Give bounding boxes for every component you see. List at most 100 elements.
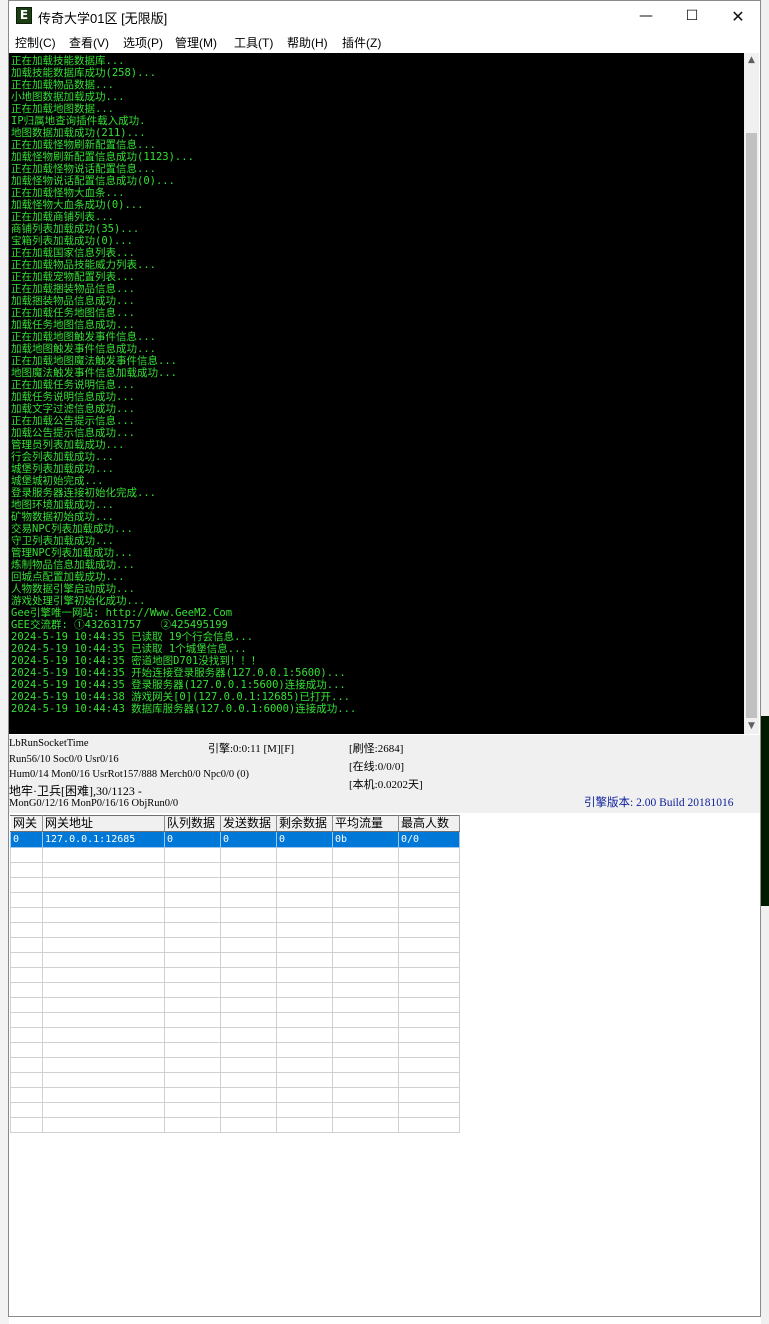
empty-table-row[interactable] — [10, 1072, 460, 1088]
cell-address: 127.0.0.1:12685 — [42, 831, 165, 848]
empty-table-row[interactable] — [10, 1012, 460, 1028]
empty-cell — [10, 982, 43, 998]
empty-table-row[interactable] — [10, 1102, 460, 1118]
log-console[interactable]: 正在加载技能数据库... 加载技能数据库成功(258)... 正在加载物品数据...… — [9, 53, 744, 734]
log-line: 2024-5-19 10:44:38 游戏网关[0](127.0.0.1:126… — [11, 691, 351, 703]
col-header-avg-traffic[interactable]: 平均流量 — [332, 815, 399, 832]
empty-cell — [398, 892, 460, 908]
minimize-button[interactable]: — — [623, 1, 669, 31]
close-icon: ✕ — [731, 6, 745, 26]
empty-cell — [398, 862, 460, 878]
empty-cell — [332, 1117, 399, 1133]
empty-table-row[interactable] — [10, 967, 460, 983]
empty-table-row[interactable] — [10, 907, 460, 923]
empty-cell — [332, 847, 399, 863]
log-line: 加载怪物说话配置信息成功(0)... — [11, 175, 175, 187]
empty-cell — [276, 847, 333, 863]
empty-cell — [164, 1117, 221, 1133]
empty-cell — [164, 1102, 221, 1118]
empty-table-row[interactable] — [10, 862, 460, 878]
empty-table-row[interactable] — [10, 1027, 460, 1043]
empty-cell — [276, 922, 333, 938]
minimize-icon: — — [639, 8, 653, 24]
empty-cell — [220, 877, 277, 893]
empty-table-row[interactable] — [10, 1057, 460, 1073]
menu-view[interactable]: 查看(V) — [69, 34, 109, 51]
menu-help[interactable]: 帮助(H) — [287, 34, 328, 51]
col-header-queue[interactable]: 队列数据 — [164, 815, 221, 832]
maximize-button[interactable]: ☐ — [669, 1, 715, 31]
col-header-remaining[interactable]: 剩余数据 — [276, 815, 333, 832]
log-line: 回城点配置加载成功... — [11, 571, 125, 583]
log-line: 游戏处理引擎初始化成功... — [11, 595, 146, 607]
scroll-up-icon[interactable]: ▲ — [744, 53, 759, 68]
col-header-sent[interactable]: 发送数据 — [220, 815, 277, 832]
log-line: 加载怪物大血条成功(0)... — [11, 199, 144, 211]
log-line: IP归属地查询插件载入成功. — [11, 115, 146, 127]
log-line: 宝箱列表加载成功(0)... — [11, 235, 133, 247]
col-header-max-users[interactable]: 最高人数 — [398, 815, 460, 832]
empty-cell — [276, 1042, 333, 1058]
mon-stats: MonG0/12/16 MonP0/16/16 ObjRun0/0 — [9, 798, 179, 809]
empty-cell — [42, 1057, 165, 1073]
scroll-down-icon[interactable]: ▼ — [744, 719, 759, 734]
menu-tools[interactable]: 工具(T) — [234, 34, 273, 51]
empty-cell — [10, 1072, 43, 1088]
empty-table-row[interactable] — [10, 1087, 460, 1103]
log-line: 正在加载公告提示信息... — [11, 415, 135, 427]
empty-cell — [332, 1042, 399, 1058]
empty-cell — [10, 952, 43, 968]
empty-cell — [42, 1012, 165, 1028]
console-scrollbar[interactable]: ▲ ▼ — [744, 53, 759, 734]
empty-table-row[interactable] — [10, 847, 460, 863]
title-bar[interactable]: E 传奇大学01区 [无限版] — ☐ ✕ — [9, 1, 760, 31]
cell-queue: 0 — [164, 831, 221, 848]
col-header-gateway[interactable]: 网关 — [10, 815, 43, 832]
empty-table-row[interactable] — [10, 922, 460, 938]
empty-table-row[interactable] — [10, 952, 460, 968]
empty-cell — [398, 982, 460, 998]
empty-cell — [10, 1057, 43, 1073]
empty-cell — [332, 982, 399, 998]
log-line: 地图环境加载成功... — [11, 499, 114, 511]
empty-cell — [398, 877, 460, 893]
empty-cell — [42, 952, 165, 968]
col-header-address[interactable]: 网关地址 — [42, 815, 165, 832]
table-row[interactable]: 0 127.0.0.1:12685 0 0 0 0b 0/0 — [10, 831, 460, 848]
empty-cell — [276, 937, 333, 953]
gateway-table[interactable]: 网关 网关地址 队列数据 发送数据 剩余数据 平均流量 最高人数 0 127.0… — [10, 815, 460, 1133]
empty-cell — [220, 907, 277, 923]
empty-cell — [10, 1102, 43, 1118]
map-info: 地牢·卫兵[困难],30/1123 - — [9, 784, 142, 798]
empty-table-row[interactable] — [10, 1117, 460, 1133]
empty-cell — [276, 892, 333, 908]
empty-cell — [398, 1102, 460, 1118]
empty-cell — [42, 877, 165, 893]
empty-cell — [164, 922, 221, 938]
empty-cell — [10, 892, 43, 908]
gateway-grid-area: 网关 网关地址 队列数据 发送数据 剩余数据 平均流量 最高人数 0 127.0… — [9, 813, 760, 1316]
log-line: 2024-5-19 10:44:35 已读取 1个城堡信息... — [11, 643, 247, 655]
close-button[interactable]: ✕ — [715, 1, 760, 31]
scrollbar-thumb[interactable] — [746, 133, 757, 718]
empty-cell — [164, 952, 221, 968]
empty-table-row[interactable] — [10, 877, 460, 893]
empty-cell — [42, 1027, 165, 1043]
cell-gateway: 0 — [10, 831, 43, 848]
empty-table-row[interactable] — [10, 892, 460, 908]
empty-table-row[interactable] — [10, 1042, 460, 1058]
empty-table-row[interactable] — [10, 982, 460, 998]
empty-cell — [398, 1072, 460, 1088]
empty-cell — [276, 952, 333, 968]
empty-table-row[interactable] — [10, 937, 460, 953]
empty-table-row[interactable] — [10, 997, 460, 1013]
empty-cell — [164, 1027, 221, 1043]
menu-manage[interactable]: 管理(M) — [175, 34, 217, 51]
log-line: 人物数据引擎启动成功... — [11, 583, 135, 595]
log-line: 管理员列表加载成功... — [11, 439, 125, 451]
menu-plugins[interactable]: 插件(Z) — [342, 34, 381, 51]
local-runtime: [本机:0.0202天] — [349, 779, 423, 791]
menu-control[interactable]: 控制(C) — [15, 34, 56, 51]
empty-cell — [164, 862, 221, 878]
menu-options[interactable]: 选项(P) — [123, 34, 163, 51]
